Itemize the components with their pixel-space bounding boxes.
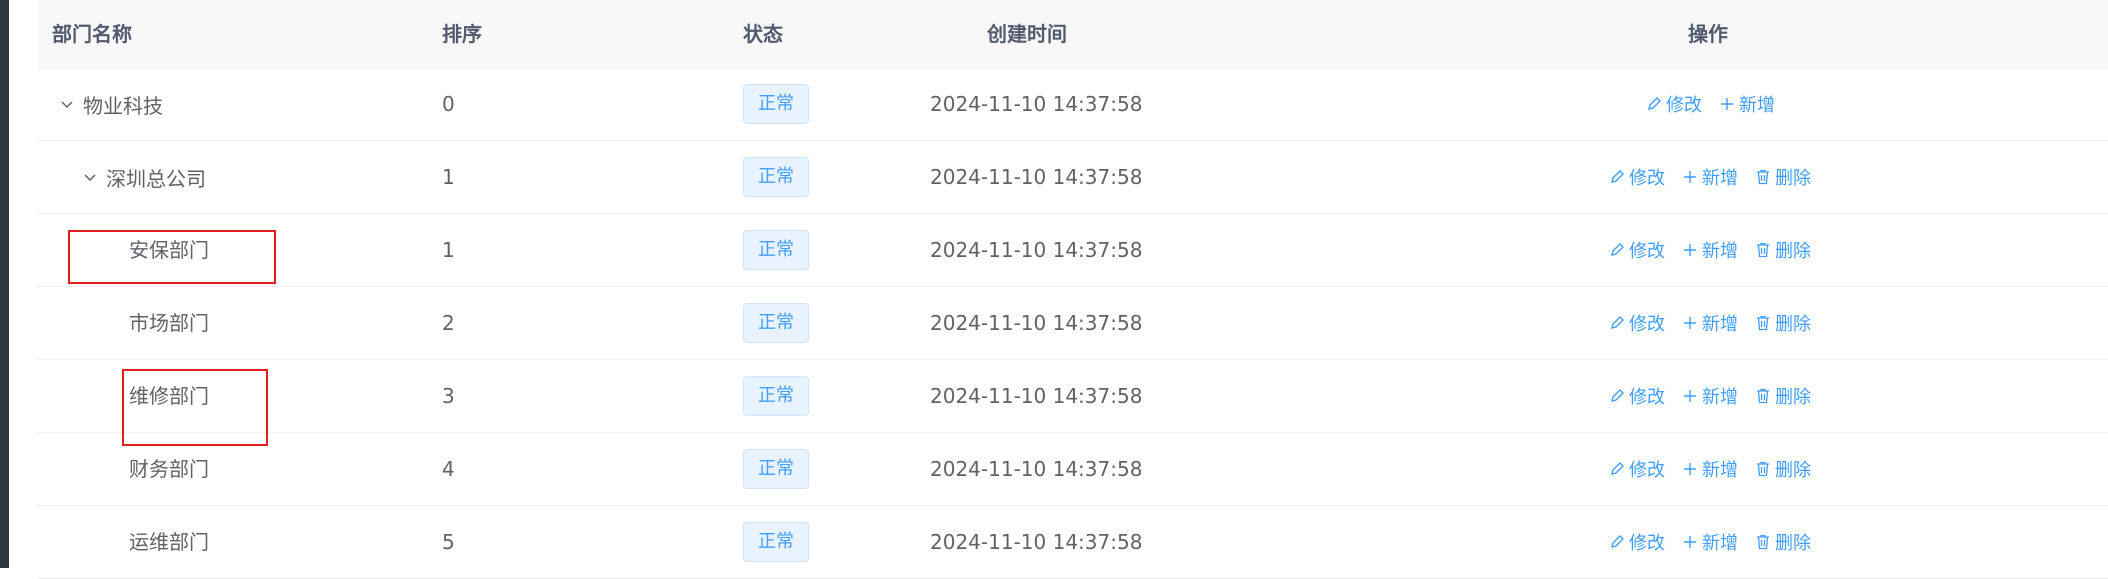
- trash-icon: [1754, 387, 1772, 405]
- plus-icon: [1681, 314, 1699, 332]
- add-button[interactable]: 新增: [1681, 383, 1738, 409]
- edit-icon: [1608, 168, 1626, 186]
- created-time: 2024-11-10 14:37:58: [930, 457, 1143, 481]
- delete-button[interactable]: 删除: [1754, 237, 1811, 263]
- add-button[interactable]: 新增: [1718, 91, 1775, 117]
- created-time: 2024-11-10 14:37:58: [930, 165, 1143, 189]
- status-badge: 正常: [743, 157, 809, 197]
- created-time: 2024-11-10 14:37:58: [930, 530, 1143, 554]
- row-actions: 修改 新增 删除: [1608, 141, 1811, 213]
- edit-icon: [1608, 314, 1626, 332]
- add-button[interactable]: 新增: [1681, 310, 1738, 336]
- chevron-down-icon[interactable]: [57, 94, 77, 114]
- created-time: 2024-11-10 14:37:58: [930, 311, 1143, 335]
- order-value: 2: [442, 311, 455, 335]
- department-name: 市场部门: [129, 311, 209, 335]
- edit-icon: [1608, 533, 1626, 551]
- row-actions: 修改 新增 删除: [1608, 360, 1811, 432]
- department-table: 部门名称 排序 状态 创建时间 操作 物业科技 0 正常 2024-11-10 …: [37, 0, 2108, 579]
- edit-button[interactable]: 修改: [1608, 383, 1665, 409]
- created-time: 2024-11-10 14:37:58: [930, 238, 1143, 262]
- delete-button[interactable]: 删除: [1754, 164, 1811, 190]
- status-badge: 正常: [743, 449, 809, 489]
- delete-button[interactable]: 删除: [1754, 310, 1811, 336]
- row-actions: 修改 新增 删除: [1608, 433, 1811, 505]
- row-actions: 修改 新增 删除: [1608, 506, 1811, 578]
- order-value: 0: [442, 92, 455, 116]
- trash-icon: [1754, 241, 1772, 259]
- plus-icon: [1681, 533, 1699, 551]
- table-row[interactable]: 安保部门 1 正常 2024-11-10 14:37:58 修改 新增 删除: [37, 214, 2108, 287]
- status-badge: 正常: [743, 84, 809, 124]
- table-header: 部门名称 排序 状态 创建时间 操作: [37, 0, 2108, 69]
- delete-button[interactable]: 删除: [1754, 456, 1811, 482]
- department-name: 深圳总公司: [106, 166, 206, 191]
- row-actions: 修改 新增 删除: [1608, 214, 1811, 286]
- chevron-down-icon[interactable]: [80, 167, 100, 187]
- status-badge: 正常: [743, 303, 809, 343]
- trash-icon: [1754, 168, 1772, 186]
- row-actions: 修改 新增 删除: [1608, 287, 1811, 359]
- column-header-created: 创建时间: [987, 22, 1067, 46]
- trash-icon: [1754, 314, 1772, 332]
- edit-button[interactable]: 修改: [1645, 91, 1702, 117]
- table-row[interactable]: 物业科技 0 正常 2024-11-10 14:37:58 修改 新增: [37, 68, 2108, 141]
- column-header-actions: 操作: [1688, 22, 1728, 46]
- status-badge: 正常: [743, 522, 809, 562]
- name-cell: 物业科技: [57, 68, 163, 140]
- edit-button[interactable]: 修改: [1608, 237, 1665, 263]
- add-button[interactable]: 新增: [1681, 164, 1738, 190]
- plus-icon: [1681, 387, 1699, 405]
- edit-button[interactable]: 修改: [1608, 529, 1665, 555]
- delete-button[interactable]: 删除: [1754, 529, 1811, 555]
- highlight-box: [68, 230, 276, 284]
- add-button[interactable]: 新增: [1681, 529, 1738, 555]
- table-row[interactable]: 维修部门 3 正常 2024-11-10 14:37:58 修改 新增 删除: [37, 360, 2108, 433]
- edit-icon: [1608, 460, 1626, 478]
- plus-icon: [1681, 460, 1699, 478]
- table-row[interactable]: 财务部门 4 正常 2024-11-10 14:37:58 修改 新增 删除: [37, 433, 2108, 506]
- plus-icon: [1681, 168, 1699, 186]
- status-badge: 正常: [743, 376, 809, 416]
- edit-button[interactable]: 修改: [1608, 310, 1665, 336]
- edit-icon: [1608, 241, 1626, 259]
- edit-button[interactable]: 修改: [1608, 456, 1665, 482]
- plus-icon: [1718, 95, 1736, 113]
- order-value: 1: [442, 165, 455, 189]
- created-time: 2024-11-10 14:37:58: [930, 384, 1143, 408]
- column-header-name: 部门名称: [52, 22, 132, 46]
- column-header-order: 排序: [442, 22, 482, 46]
- trash-icon: [1754, 460, 1772, 478]
- edit-button[interactable]: 修改: [1608, 164, 1665, 190]
- order-value: 1: [442, 238, 455, 262]
- table-row[interactable]: 市场部门 2 正常 2024-11-10 14:37:58 修改 新增 删除: [37, 287, 2108, 360]
- created-time: 2024-11-10 14:37:58: [930, 92, 1143, 116]
- plus-icon: [1681, 241, 1699, 259]
- order-value: 4: [442, 457, 455, 481]
- edit-icon: [1645, 95, 1663, 113]
- row-actions: 修改 新增: [1645, 68, 1775, 140]
- status-badge: 正常: [743, 230, 809, 270]
- add-button[interactable]: 新增: [1681, 456, 1738, 482]
- table-row[interactable]: 运维部门 5 正常 2024-11-10 14:37:58 修改 新增 删除: [37, 506, 2108, 579]
- table-row[interactable]: 深圳总公司 1 正常 2024-11-10 14:37:58 修改 新增 删除: [37, 141, 2108, 214]
- trash-icon: [1754, 533, 1772, 551]
- department-name: 运维部门: [129, 530, 209, 554]
- column-header-status: 状态: [743, 22, 783, 46]
- add-button[interactable]: 新增: [1681, 237, 1738, 263]
- highlight-box: [122, 369, 268, 446]
- delete-button[interactable]: 删除: [1754, 383, 1811, 409]
- department-name: 物业科技: [83, 93, 163, 118]
- order-value: 5: [442, 530, 455, 554]
- sidebar-edge: [0, 0, 9, 568]
- name-cell: 深圳总公司: [80, 141, 206, 213]
- order-value: 3: [442, 384, 455, 408]
- edit-icon: [1608, 387, 1626, 405]
